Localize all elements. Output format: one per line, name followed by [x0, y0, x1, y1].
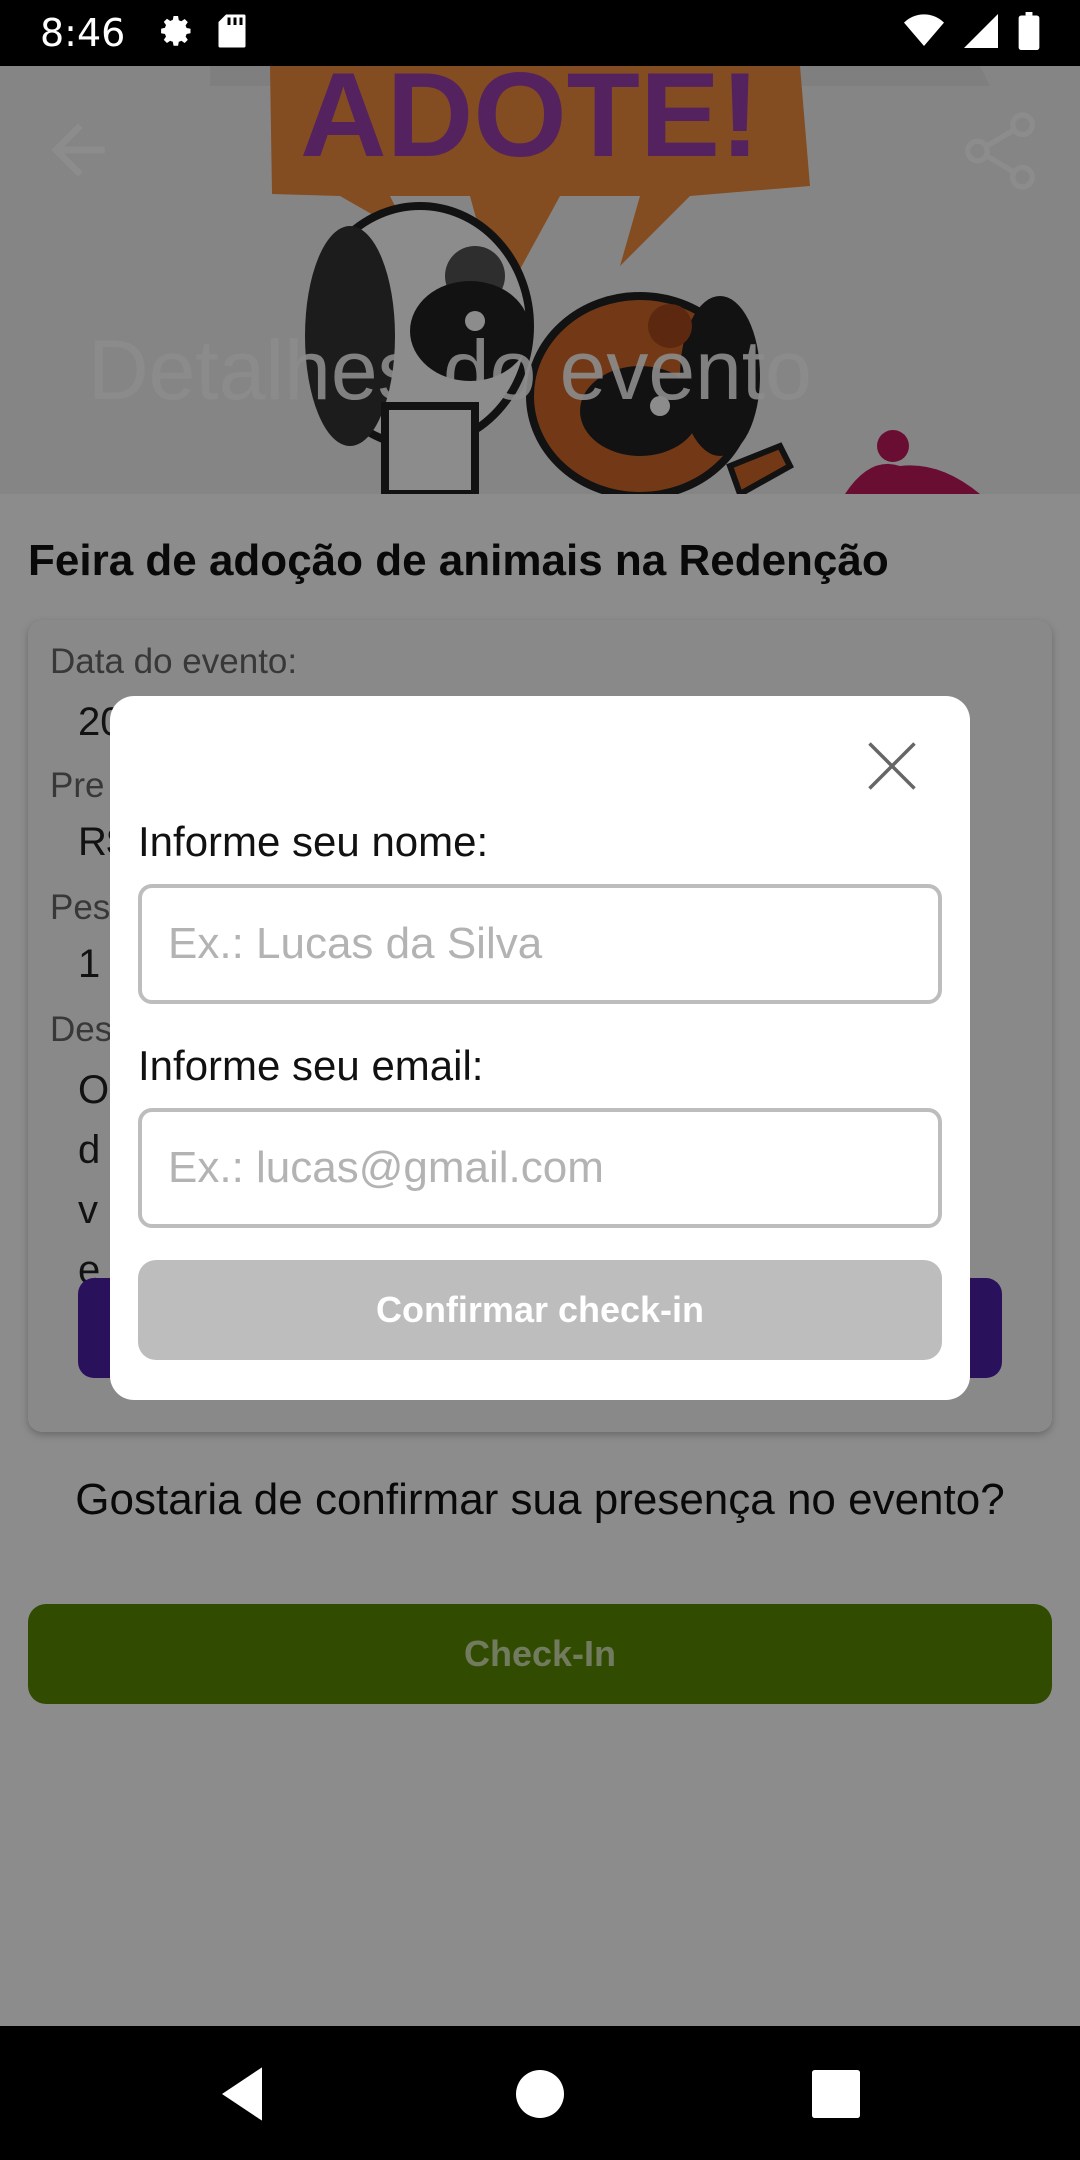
nav-back-button[interactable]	[214, 2062, 278, 2126]
close-button[interactable]	[862, 736, 922, 796]
email-input[interactable]	[138, 1108, 942, 1228]
email-label: Informe seu email:	[138, 1042, 484, 1089]
screen: 8:46 ADOTE! Detalhes do evento Feira de …	[0, 0, 1080, 2160]
checkin-dialog: Informe seu nome: Informe seu email: Con…	[110, 696, 970, 1400]
signal-icon	[964, 13, 998, 53]
confirm-checkin-button[interactable]: Confirmar check-in	[138, 1260, 942, 1360]
circle-home-icon	[516, 2070, 564, 2118]
square-recents-icon	[812, 2070, 860, 2118]
status-time: 8:46	[40, 11, 126, 55]
battery-icon	[1018, 11, 1040, 55]
name-label: Informe seu nome:	[138, 818, 489, 865]
nav-home-button[interactable]	[508, 2062, 572, 2126]
triangle-back-icon	[222, 2067, 262, 2121]
navigation-bar	[0, 2026, 1080, 2160]
gear-icon	[159, 13, 195, 54]
sd-card-icon	[217, 13, 247, 54]
wifi-icon	[904, 13, 944, 53]
status-bar: 8:46	[0, 0, 1080, 66]
close-icon	[868, 742, 916, 790]
name-input[interactable]	[138, 884, 942, 1004]
status-right	[904, 11, 1040, 55]
nav-recents-button[interactable]	[804, 2062, 868, 2126]
